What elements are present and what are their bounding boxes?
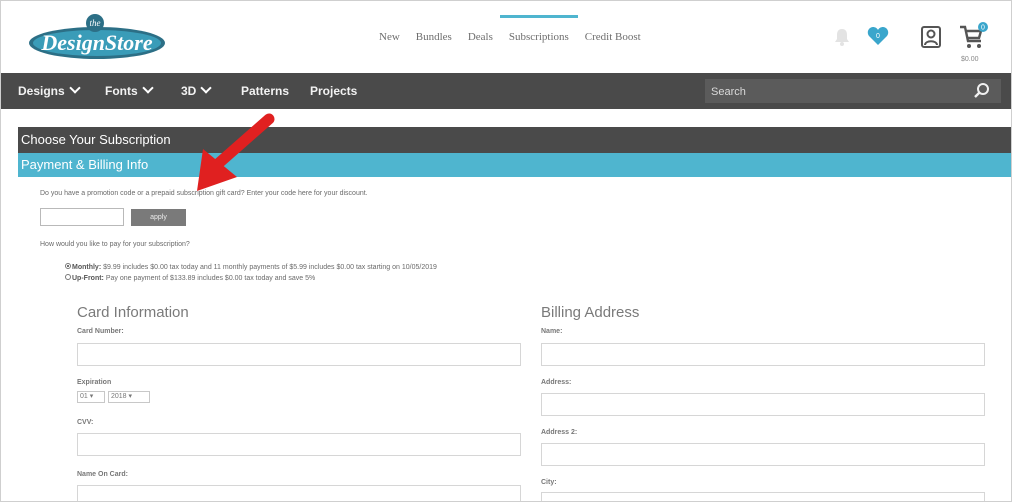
top-nav-credit-boost[interactable]: Credit Boost: [577, 1, 649, 73]
upfront-radio[interactable]: [65, 274, 71, 281]
billing-address-label: Address:: [541, 379, 572, 386]
site-header: the DesignStore New Bundles Deals Subscr…: [1, 1, 1011, 73]
top-nav-subscriptions[interactable]: Subscriptions: [499, 1, 578, 73]
expiration-month-select[interactable]: 01 ▾: [77, 391, 105, 403]
top-nav-new[interactable]: New: [371, 1, 408, 73]
main-nav-patterns[interactable]: Patterns: [241, 73, 289, 109]
account-icon[interactable]: [921, 26, 941, 53]
logo-top-text: the: [90, 18, 101, 28]
cvv-label: CVV:: [77, 419, 94, 426]
cart-price: $0.00: [961, 56, 979, 63]
bell-icon[interactable]: [833, 27, 851, 52]
billing-address-input[interactable]: [541, 393, 985, 416]
main-nav-fonts-label: Fonts: [105, 84, 138, 98]
search-box: [705, 79, 1001, 105]
main-nav-3d[interactable]: 3D: [181, 73, 213, 109]
choose-subscription-bar[interactable]: Choose Your Subscription: [18, 127, 1011, 153]
main-nav-fonts[interactable]: Fonts: [105, 73, 154, 109]
cart-count: 0: [981, 25, 985, 32]
chevron-down-icon: [142, 82, 154, 94]
expiration-label: Expiration: [77, 379, 112, 386]
wishlist-count: 0: [876, 33, 880, 40]
monthly-label: Monthly:: [72, 264, 102, 271]
apply-button[interactable]: apply: [131, 209, 186, 226]
chevron-down-icon: [69, 82, 81, 94]
top-nav-deals[interactable]: Deals: [460, 1, 501, 73]
cart-icon[interactable]: 0: [958, 21, 988, 56]
site-logo[interactable]: the DesignStore: [27, 13, 167, 61]
main-nav-designs[interactable]: Designs: [18, 73, 81, 109]
payment-billing-bar[interactable]: Payment & Billing Info: [18, 153, 1011, 177]
monthly-text: $9.99 includes $0.00 tax today and 11 mo…: [103, 264, 437, 271]
billing-name-input[interactable]: [541, 343, 985, 366]
promo-code-input[interactable]: [40, 208, 124, 226]
wishlist-heart-icon[interactable]: 0: [867, 25, 889, 52]
cvv-input[interactable]: [77, 433, 521, 456]
name-on-card-input[interactable]: [77, 485, 521, 501]
top-nav: New Bundles Deals Subscriptions Credit B…: [371, 1, 649, 73]
page-frame: the DesignStore New Bundles Deals Subscr…: [0, 0, 1012, 502]
pay-question: How would you like to pay for your subsc…: [40, 241, 190, 248]
billing-city-input[interactable]: [541, 492, 985, 501]
top-nav-bundles[interactable]: Bundles: [408, 1, 460, 73]
main-nav-designs-label: Designs: [18, 84, 65, 98]
monthly-option[interactable]: Monthly: $9.99 includes $0.00 tax today …: [65, 263, 437, 271]
name-on-card-label: Name On Card:: [77, 471, 128, 478]
logo-text: DesignStore: [40, 30, 152, 55]
card-number-label: Card Number:: [77, 328, 124, 335]
expiration-year-value: 2018: [111, 393, 127, 400]
expiration-month-value: 01: [80, 393, 88, 400]
billing-address2-label: Address 2:: [541, 429, 578, 436]
expiration-year-select[interactable]: 2018 ▾: [108, 391, 150, 403]
card-info-title: Card Information: [77, 304, 189, 321]
red-arrow-icon: [197, 113, 275, 191]
main-nav-3d-label: 3D: [181, 84, 197, 98]
search-input[interactable]: [705, 79, 963, 105]
upfront-text: Pay one payment of $133.89 includes $0.0…: [105, 275, 316, 282]
monthly-radio[interactable]: [65, 263, 71, 270]
billing-address2-input[interactable]: [541, 443, 985, 466]
search-icon[interactable]: [973, 82, 991, 105]
billing-address-title: Billing Address: [541, 304, 640, 321]
billing-name-label: Name:: [541, 328, 563, 335]
main-nav-projects[interactable]: Projects: [310, 73, 357, 109]
chevron-down-icon: [200, 82, 213, 94]
billing-city-label: City:: [541, 479, 557, 486]
upfront-option[interactable]: Up-Front: Pay one payment of $133.89 inc…: [65, 274, 316, 282]
card-number-input[interactable]: [77, 343, 521, 366]
upfront-label: Up-Front:: [72, 275, 104, 282]
